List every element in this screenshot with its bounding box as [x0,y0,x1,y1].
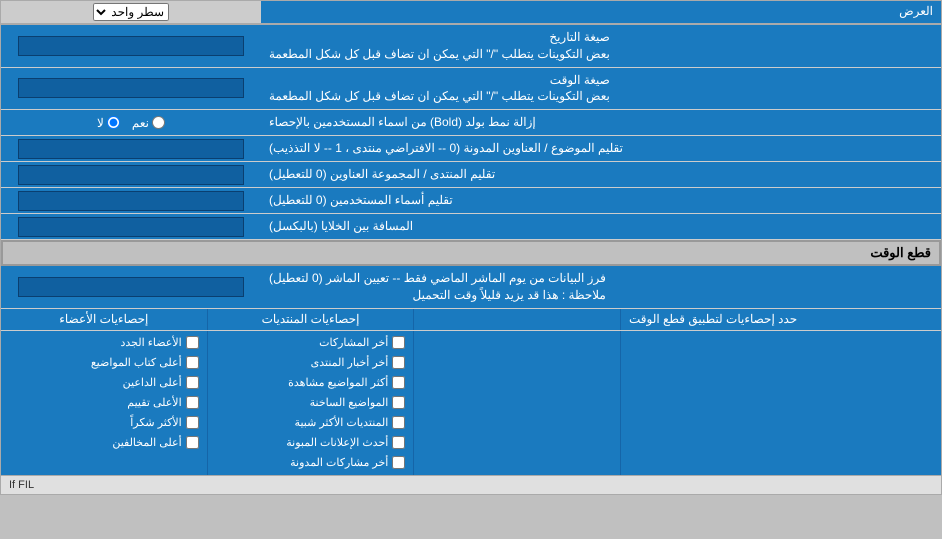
chk-item-forums-1: أخر أخبار المنتدى [212,353,410,373]
bold-remove-radio-area: نعم لا [1,110,261,135]
bold-remove-row: إزالة نمط بولد (Bold) من اسماء المستخدمي… [1,110,941,136]
cutoff-days-input-area: 0 [1,266,261,308]
time-format-input[interactable]: H:i [18,78,245,98]
titles-per-page-input-area: 33 [1,136,261,161]
chk-members-3[interactable] [186,396,199,409]
chk-col-header-forums: إحصاءيات المنتديات [208,309,415,330]
chk-members-3-label: الأعلى تقييم [127,396,181,409]
cutoff-days-input[interactable]: 0 [18,277,245,297]
chk-members-0[interactable] [186,336,199,349]
chk-empty-label [621,331,941,475]
titles-per-page-label: تقليم الموضوع / العناوين المدونة (0 -- ا… [261,136,941,161]
bottom-note: If FIL [1,475,941,494]
chk-forums-4-label: المنتديات الأكثر شبية [295,416,389,429]
chk-forums-4[interactable] [392,416,405,429]
chk-members-1-label: أعلى كتاب المواضيع [91,356,182,369]
chk-members-2[interactable] [186,376,199,389]
chk-item-forums-4: المنتديات الأكثر شبية [212,413,410,433]
checkboxes-header-row: حدد إحصاءيات لتطبيق قطع الوقت إحصاءيات ا… [1,309,941,331]
cutoff-section-header: قطع الوقت [1,240,941,266]
checkboxes-grid-row: أخر المشاركات أخر أخبار المنتدى أكثر الم… [1,331,941,475]
forum-group-input[interactable]: 33 [18,165,245,185]
chk-item-members-5: أعلى المخالفين [5,433,203,453]
chk-members-4[interactable] [186,416,199,429]
chk-columns: أخر المشاركات أخر أخبار المنتدى أكثر الم… [1,331,621,475]
chk-forums-6-label: أخر مشاركات المدونة [290,456,388,469]
chk-item-members-0: الأعضاء الجدد [5,333,203,353]
chk-forums-3-label: المواضيع الساخنة [310,396,389,409]
chk-col-header-empty [414,309,621,330]
time-format-row: صيغة الوقت بعض التكوينات يتطلب "/" التي … [1,68,941,111]
chk-forums-0-label: أخر المشاركات [319,336,388,349]
username-trim-input[interactable]: 0 [18,191,245,211]
date-format-input-area: d-m [1,25,261,67]
chk-column-forums: أخر المشاركات أخر أخبار المنتدى أكثر الم… [208,331,415,475]
chk-forums-5[interactable] [392,436,405,449]
titles-per-page-input[interactable]: 33 [18,139,245,159]
chk-members-1[interactable] [186,356,199,369]
cell-spacing-input[interactable]: 2 [18,217,245,237]
chk-item-members-1: أعلى كتاب المواضيع [5,353,203,373]
date-format-input[interactable]: d-m [18,36,245,56]
chk-forums-0[interactable] [392,336,405,349]
chk-forums-5-label: أحدث الإعلانات المبونة [286,436,388,449]
header-row: العرض سطر واحدسطرينثلاثة أسطر [1,1,941,25]
date-format-row: صيغة التاريخ بعض التكوينات يتطلب "/" الت… [1,25,941,68]
username-trim-input-area: 0 [1,188,261,213]
username-trim-label: تقليم أسماء المستخدمين (0 للتعطيل) [261,188,941,213]
bold-remove-label: إزالة نمط بولد (Bold) من اسماء المستخدمي… [261,110,941,135]
header-select-area[interactable]: سطر واحدسطرينثلاثة أسطر [1,1,261,23]
checkboxes-header-label: حدد إحصاءيات لتطبيق قطع الوقت [621,309,941,330]
chk-item-forums-0: أخر المشاركات [212,333,410,353]
time-format-label: صيغة الوقت بعض التكوينات يتطلب "/" التي … [261,68,941,110]
date-format-label: صيغة التاريخ بعض التكوينات يتطلب "/" الت… [261,25,941,67]
chk-column-empty [414,331,621,475]
bold-remove-yes-label[interactable]: نعم [132,116,165,130]
forum-group-row: تقليم المنتدى / المجموعة العناوين (0 للت… [1,162,941,188]
chk-forums-1-label: أخر أخبار المنتدى [311,356,389,369]
chk-members-5[interactable] [186,436,199,449]
chk-item-forums-3: المواضيع الساخنة [212,393,410,413]
cell-spacing-input-area: 2 [1,214,261,239]
main-container: العرض سطر واحدسطرينثلاثة أسطر صيغة التار… [0,0,942,495]
cutoff-days-row: فرز البيانات من يوم الماشر الماضي فقط --… [1,266,941,309]
chk-forums-2[interactable] [392,376,405,389]
chk-members-2-label: أعلى الداعين [123,376,182,389]
chk-members-5-label: أعلى المخالفين [112,436,181,449]
chk-forums-1[interactable] [392,356,405,369]
bold-remove-yes-text: نعم [132,116,149,130]
bold-remove-no-radio[interactable] [107,116,120,129]
forum-group-input-area: 33 [1,162,261,187]
chk-column-members: الأعضاء الجدد أعلى كتاب المواضيع أعلى ال… [1,331,208,475]
chk-item-members-3: الأعلى تقييم [5,393,203,413]
chk-item-members-2: أعلى الداعين [5,373,203,393]
cell-spacing-label: المسافة بين الخلايا (بالبكسل) [261,214,941,239]
chk-item-forums-5: أحدث الإعلانات المبونة [212,433,410,453]
cell-spacing-row: المسافة بين الخلايا (بالبكسل) 2 [1,214,941,240]
cutoff-days-label: فرز البيانات من يوم الماشر الماضي فقط --… [261,266,941,308]
username-trim-row: تقليم أسماء المستخدمين (0 للتعطيل) 0 [1,188,941,214]
chk-members-0-label: الأعضاء الجدد [120,336,181,349]
chk-col-headers: إحصاءيات المنتديات إحصاءيات الأعضاء [1,309,621,330]
header-label: العرض [261,1,941,23]
chk-item-members-4: الأكثر شكراً [5,413,203,433]
chk-col-header-members: إحصاءيات الأعضاء [1,309,208,330]
time-format-input-area: H:i [1,68,261,110]
chk-forums-6[interactable] [392,456,405,469]
bold-remove-no-label[interactable]: لا [97,116,120,130]
bold-remove-no-text: لا [97,116,104,130]
chk-item-forums-6: أخر مشاركات المدونة [212,453,410,473]
chk-item-forums-2: أكثر المواضيع مشاهدة [212,373,410,393]
chk-forums-2-label: أكثر المواضيع مشاهدة [288,376,388,389]
chk-forums-3[interactable] [392,396,405,409]
bold-remove-yes-radio[interactable] [152,116,165,129]
chk-members-4-label: الأكثر شكراً [130,416,181,429]
forum-group-label: تقليم المنتدى / المجموعة العناوين (0 للت… [261,162,941,187]
titles-per-page-row: تقليم الموضوع / العناوين المدونة (0 -- ا… [1,136,941,162]
display-select[interactable]: سطر واحدسطرينثلاثة أسطر [93,3,169,21]
